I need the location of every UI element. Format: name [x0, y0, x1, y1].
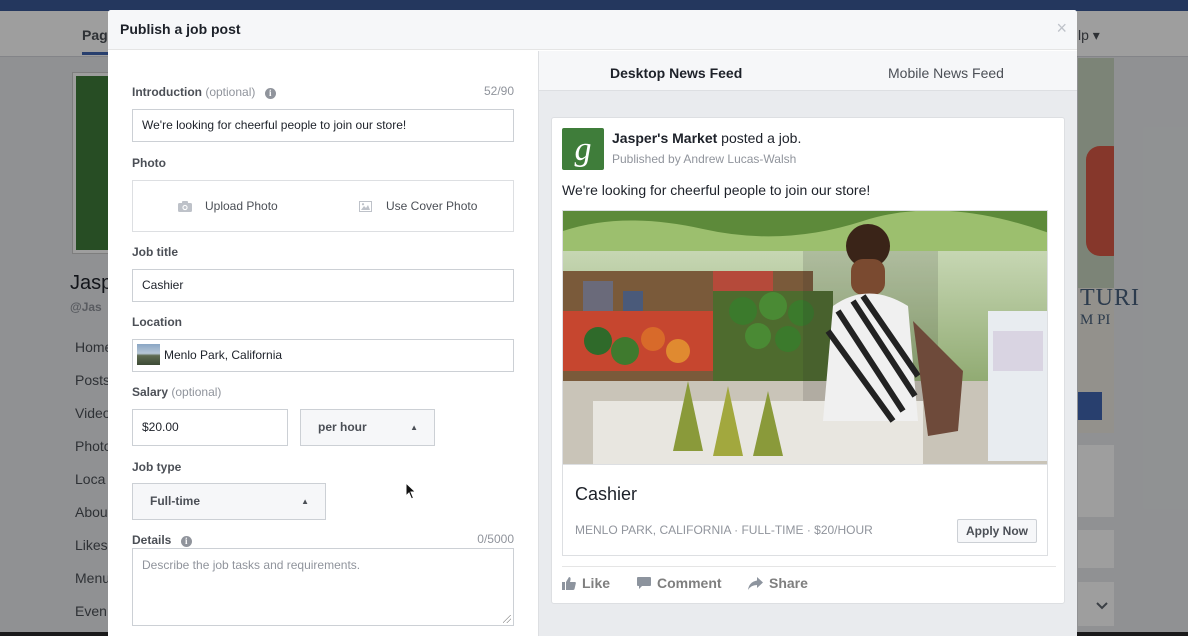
job-type-select[interactable]: Full-time ▲	[132, 483, 326, 520]
job-photo	[563, 211, 1047, 464]
salary-label: Salary (optional)	[132, 385, 222, 399]
salary-period-value: per hour	[318, 420, 367, 434]
svg-text:g: g	[575, 131, 592, 168]
use-cover-photo-label: Use Cover Photo	[386, 199, 478, 213]
location-input[interactable]: Menlo Park, California	[132, 339, 514, 372]
optional-hint: (optional)	[171, 385, 222, 399]
salary-period-select[interactable]: per hour ▲	[300, 409, 435, 446]
job-title: Cashier	[575, 484, 638, 504]
author-link[interactable]: Jasper's Market	[612, 130, 717, 146]
like-button[interactable]: Like	[562, 575, 610, 591]
dialog-header: Publish a job post ×	[108, 10, 1077, 50]
introduction-counter: 52/90	[483, 84, 514, 98]
job-form: Introduction (optional) i 52/90 We're lo…	[108, 51, 538, 636]
details-label: Details i	[132, 533, 192, 547]
info-icon[interactable]: i	[264, 88, 276, 99]
upload-photo-label: Upload Photo	[205, 199, 278, 213]
location-label: Location	[132, 315, 182, 329]
publish-job-dialog: Publish a job post × Introduction (optio…	[108, 10, 1077, 636]
salary-input[interactable]: $20.00	[132, 409, 288, 446]
post-preview: Desktop News Feed Mobile News Feed g Jas…	[538, 51, 1077, 636]
location-thumbnail	[137, 344, 160, 366]
photo-picker: Upload Photo Use Cover Photo	[132, 180, 514, 232]
tab-desktop-news-feed[interactable]: Desktop News Feed	[610, 65, 742, 81]
share-icon	[748, 576, 763, 590]
thumbs-up-icon	[562, 576, 576, 590]
dialog-title: Publish a job post	[120, 21, 241, 37]
page-logo: g	[562, 128, 604, 170]
apply-now-button[interactable]: Apply Now	[957, 519, 1037, 543]
post-author: Jasper's Market posted a job.	[612, 130, 802, 146]
details-textarea[interactable]: Describe the job tasks and requirements.	[132, 548, 514, 626]
job-info: Cashier MENLO PARK, CALIFORNIA · FULL-TI…	[563, 464, 1047, 555]
introduction-input[interactable]: We're looking for cheerful people to joi…	[132, 109, 514, 142]
image-icon	[359, 200, 372, 212]
share-button[interactable]: Share	[748, 575, 808, 591]
mouse-cursor-icon	[405, 482, 417, 500]
job-type-value: Full-time	[150, 494, 200, 508]
select-arrows-icon: ▲	[301, 497, 309, 506]
photo-label: Photo	[132, 156, 166, 170]
comment-button[interactable]: Comment	[637, 575, 722, 591]
resize-handle[interactable]	[503, 615, 511, 623]
upload-photo-button[interactable]: Upload Photo	[178, 199, 278, 213]
job-card: Cashier MENLO PARK, CALIFORNIA · FULL-TI…	[562, 210, 1048, 556]
post-text: We're looking for cheerful people to joi…	[562, 182, 871, 198]
post-actions: Like Comment Share	[562, 566, 1056, 596]
job-meta: MENLO PARK, CALIFORNIA · FULL-TIME · $20…	[575, 523, 873, 537]
feed-post: g Jasper's Market posted a job. Publishe…	[551, 117, 1065, 604]
select-arrows-icon: ▲	[410, 423, 418, 432]
camera-icon	[178, 200, 192, 212]
comment-icon	[637, 576, 651, 589]
info-icon[interactable]: i	[180, 536, 192, 547]
location-value: Menlo Park, California	[164, 348, 283, 362]
tab-mobile-news-feed[interactable]: Mobile News Feed	[888, 65, 1004, 81]
close-icon[interactable]: ×	[1056, 19, 1067, 37]
details-placeholder: Describe the job tasks and requirements.	[142, 558, 361, 572]
job-type-label: Job type	[132, 460, 182, 474]
optional-hint: (optional)	[205, 85, 256, 99]
details-counter: 0/5000	[477, 532, 514, 546]
introduction-label: Introduction (optional) i	[132, 85, 276, 99]
post-published-by: Published by Andrew Lucas-Walsh	[612, 152, 797, 166]
use-cover-photo-button[interactable]: Use Cover Photo	[359, 199, 477, 213]
preview-tabs: Desktop News Feed Mobile News Feed	[539, 51, 1077, 91]
job-title-label: Job title	[132, 245, 179, 259]
job-title-input[interactable]: Cashier	[132, 269, 514, 302]
